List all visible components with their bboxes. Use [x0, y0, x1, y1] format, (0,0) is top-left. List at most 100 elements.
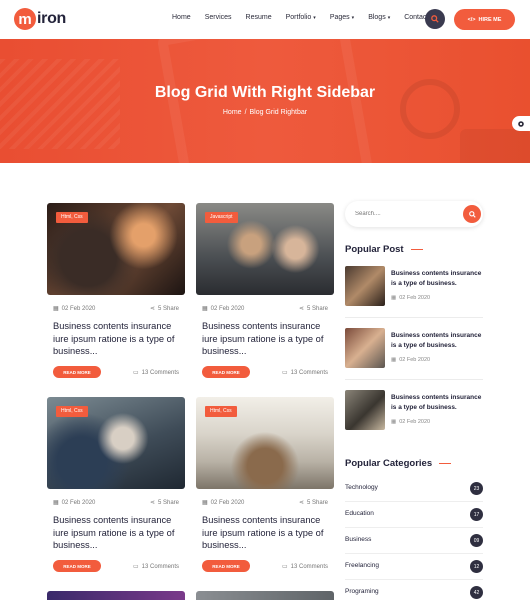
nav-label: Portfolio	[285, 14, 312, 21]
nav-item-pages[interactable]: Pages ▾	[330, 14, 354, 21]
blog-card-image[interactable]: Html, Css	[196, 397, 334, 489]
divider	[345, 317, 483, 318]
post-date: ▦ 02 Feb 2020	[53, 499, 96, 507]
popular-post-thumb	[345, 390, 385, 430]
gear-icon	[518, 120, 524, 127]
hero-background-decoration	[460, 129, 530, 163]
post-meta: ▦ 02 Feb 2020 ⋖ 5 Share	[53, 305, 179, 314]
category-label: Freelancing	[345, 562, 379, 569]
comment-count: 13 Comments	[290, 563, 328, 570]
category-item[interactable]: Business 09	[345, 528, 483, 554]
category-label: Business	[345, 536, 372, 543]
post-date: ▦ 02 Feb 2020	[202, 305, 244, 313]
popular-post-item[interactable]: Business contents insurance is a type of…	[345, 390, 485, 432]
blog-card-image[interactable]: Html, Css	[47, 203, 185, 295]
post-date-text: 02 Feb 2020	[61, 499, 96, 506]
breadcrumb-current: Blog Grid Rightbar	[249, 109, 308, 116]
hire-me-label: HIRE ME	[478, 16, 502, 23]
share-count: 5 Share	[306, 499, 328, 506]
share-count: 5 Share	[306, 305, 328, 312]
search-input[interactable]	[355, 209, 455, 219]
post-share[interactable]: ⋖ 5 Share	[299, 305, 328, 313]
popular-post-item[interactable]: Business contents insurance is a type of…	[345, 328, 485, 370]
nav-label: Home	[172, 14, 191, 21]
read-more-button[interactable]: READ MORE	[53, 366, 101, 378]
calendar-icon: ▦	[202, 306, 208, 312]
divider	[345, 379, 483, 380]
category-count-badge: 42	[470, 586, 483, 599]
page-title: Blog Grid With Right Sidebar	[154, 84, 376, 101]
category-item[interactable]: Education 17	[345, 502, 483, 528]
post-date-text: 02 Feb 2020	[61, 305, 96, 312]
calendar-icon: ▦	[391, 357, 397, 363]
category-item[interactable]: Technology 23	[345, 476, 483, 502]
popular-post-title[interactable]: Business contents insurance is a type of…	[391, 269, 485, 288]
post-date-text: 02 Feb 2020	[210, 499, 245, 506]
comment-icon: ▭	[132, 370, 139, 376]
category-tag[interactable]: Html, Css	[56, 406, 88, 417]
calendar-icon: ▦	[202, 500, 208, 506]
post-comments[interactable]: ▭ 13 Comments	[281, 563, 328, 571]
post-comments[interactable]: ▭ 13 Comments	[132, 563, 179, 571]
nav-item-portfolio[interactable]: Portfolio ▾	[286, 14, 316, 21]
category-tag[interactable]: Html, Css	[205, 406, 237, 417]
hero-background-decoration	[0, 59, 120, 149]
blog-card-image[interactable]: Html, Css	[47, 397, 185, 489]
hire-me-button[interactable]: </> HIRE ME	[454, 9, 515, 30]
post-meta: ▦ 02 Feb 2020 ⋖ 5 Share	[202, 305, 328, 314]
nav-item-home[interactable]: Home	[172, 14, 191, 21]
comment-icon: ▭	[281, 564, 288, 570]
heading-text: Popular Categories	[345, 458, 433, 469]
popular-post-item[interactable]: Business contents insurance is a type of…	[345, 266, 485, 308]
popular-post-date: ▦ 02 Feb 2020	[391, 357, 430, 363]
breadcrumb-home[interactable]: Home	[223, 109, 242, 116]
category-item[interactable]: Freelancing 12	[345, 554, 483, 580]
blog-card-image[interactable]	[196, 591, 334, 600]
blog-card-image[interactable]	[47, 591, 185, 600]
nav-item-services[interactable]: Services	[205, 14, 232, 21]
nav-item-resume[interactable]: Resume	[246, 14, 272, 21]
search-submit-button[interactable]	[463, 205, 481, 223]
logo[interactable]: m iron	[14, 8, 66, 30]
post-share[interactable]: ⋖ 5 Share	[299, 499, 328, 507]
nav-label: Blogs	[368, 14, 386, 21]
calendar-icon: ▦	[53, 306, 59, 312]
share-count: 5 Share	[157, 499, 179, 506]
read-more-button[interactable]: READ MORE	[53, 560, 101, 572]
category-tag[interactable]: Javascript	[205, 212, 238, 223]
popular-post-title[interactable]: Business contents insurance is a type of…	[391, 331, 485, 350]
chevron-down-icon: ▾	[313, 15, 316, 21]
page-hero: Blog Grid With Right Sidebar Home / Blog G…	[0, 39, 530, 163]
settings-toggle[interactable]	[512, 116, 530, 131]
nav-item-blogs[interactable]: Blogs ▾	[368, 14, 390, 21]
chevron-down-icon: ▾	[387, 15, 391, 21]
calendar-icon: ▦	[391, 295, 397, 301]
read-more-button[interactable]: READ MORE	[202, 366, 250, 378]
post-date: ▦ 02 Feb 2020	[53, 305, 96, 313]
post-comments[interactable]: ▭ 13 Comments	[132, 369, 179, 377]
post-title[interactable]: Business contents insurance iure ipsum r…	[202, 514, 330, 552]
post-share[interactable]: ⋖ 5 Share	[150, 305, 179, 313]
comment-count: 13 Comments	[290, 369, 328, 376]
comment-count: 13 Comments	[141, 369, 179, 376]
share-icon: ⋖	[149, 500, 155, 506]
header-search-button[interactable]	[425, 9, 445, 29]
read-more-button[interactable]: READ MORE	[202, 560, 250, 572]
category-count-badge: 12	[470, 560, 483, 573]
calendar-icon: ▦	[53, 500, 59, 506]
post-date: ▦ 02 Feb 2020	[202, 499, 245, 507]
comment-icon: ▭	[281, 370, 288, 376]
post-title[interactable]: Business contents insurance iure ipsum r…	[53, 514, 181, 552]
popular-post-title[interactable]: Business contents insurance is a type of…	[391, 393, 485, 412]
category-tag[interactable]: Html, Css	[56, 212, 88, 223]
post-share[interactable]: ⋖ 5 Share	[149, 499, 179, 507]
popular-post-date: ▦ 02 Feb 2020	[391, 419, 430, 425]
nav-label: Resume	[245, 14, 272, 21]
post-title[interactable]: Business contents insurance iure ipsum r…	[53, 320, 181, 358]
post-title[interactable]: Business contents insurance iure ipsum r…	[202, 320, 330, 358]
category-item[interactable]: Programing 42	[345, 580, 483, 600]
post-comments[interactable]: ▭ 13 Comments	[281, 369, 328, 377]
blog-card-image[interactable]: Javascript	[196, 203, 334, 295]
post-meta: ▦ 02 Feb 2020 ⋖ 5 Share	[53, 499, 179, 508]
comment-icon: ▭	[132, 564, 139, 570]
